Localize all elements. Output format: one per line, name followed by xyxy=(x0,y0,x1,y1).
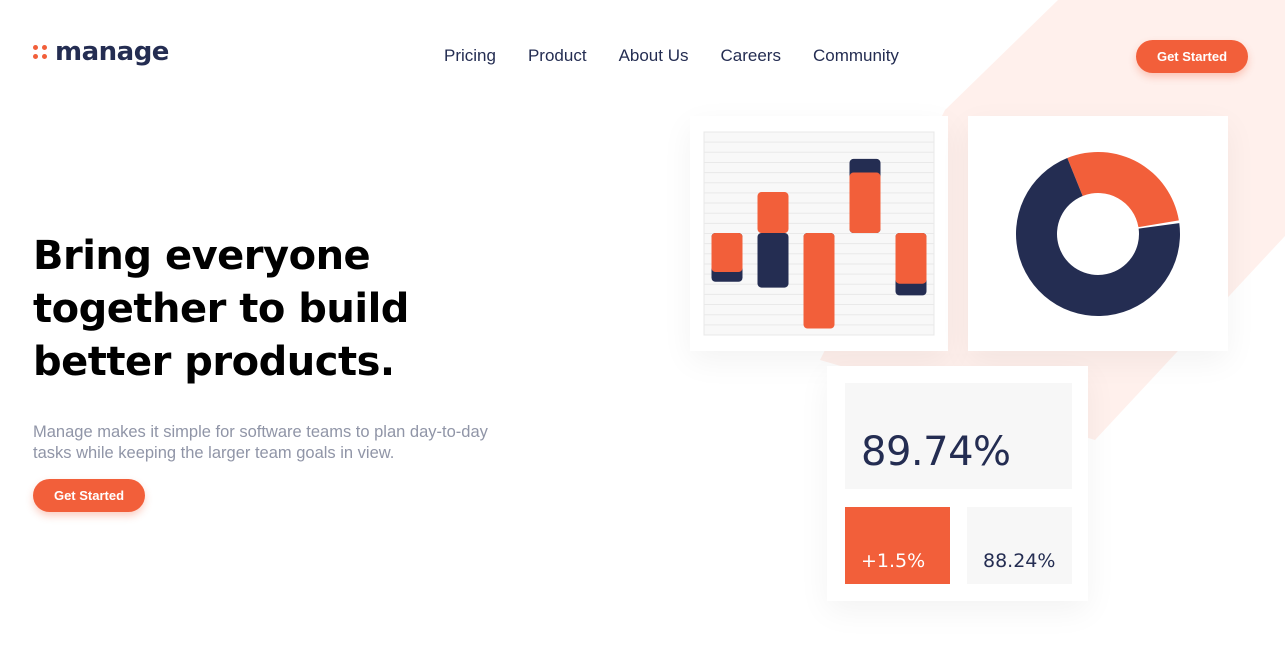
nav-item-pricing[interactable]: Pricing xyxy=(444,46,496,66)
nav-item-careers[interactable]: Careers xyxy=(721,46,781,66)
main-nav: Pricing Product About Us Careers Communi… xyxy=(444,46,899,66)
stat-secondary-value: 88.24% xyxy=(983,550,1056,572)
stats-card: 89.74% +1.5% 88.24% xyxy=(827,366,1088,601)
stat-main-value: 89.74% xyxy=(861,429,1011,475)
bar-chart-card xyxy=(690,116,948,351)
bar-orange-2 xyxy=(757,192,789,233)
donut-slice-orange xyxy=(1067,152,1179,228)
bar-chart xyxy=(703,131,935,336)
stat-secondary-tile: 88.24% xyxy=(967,507,1072,584)
bar-orange-5 xyxy=(895,233,927,284)
bar-dark-2 xyxy=(757,233,789,288)
stat-change-value: +1.5% xyxy=(861,550,926,572)
nav-item-about-us[interactable]: About Us xyxy=(619,46,689,66)
bar-orange-1 xyxy=(711,233,743,272)
logo[interactable]: manage xyxy=(33,37,169,67)
hero-description: Manage makes it simple for software team… xyxy=(33,423,488,462)
logo-text: manage xyxy=(55,37,169,67)
bar-orange-3 xyxy=(803,233,835,329)
logo-dots-icon xyxy=(33,45,47,59)
landing-page: manage Pricing Product About Us Careers … xyxy=(0,0,1285,651)
hero-get-started-button[interactable]: Get Started xyxy=(33,479,145,512)
nav-item-community[interactable]: Community xyxy=(813,46,899,66)
stat-main-tile: 89.74% xyxy=(845,383,1072,489)
donut-chart xyxy=(1016,152,1180,316)
nav-item-product[interactable]: Product xyxy=(528,46,587,66)
header-get-started-button[interactable]: Get Started xyxy=(1136,40,1248,73)
donut-chart-card xyxy=(968,116,1228,351)
bar-orange-4 xyxy=(849,172,881,233)
stat-change-tile: +1.5% xyxy=(845,507,950,584)
hero-title: Bring everyone together to build better … xyxy=(33,233,409,385)
